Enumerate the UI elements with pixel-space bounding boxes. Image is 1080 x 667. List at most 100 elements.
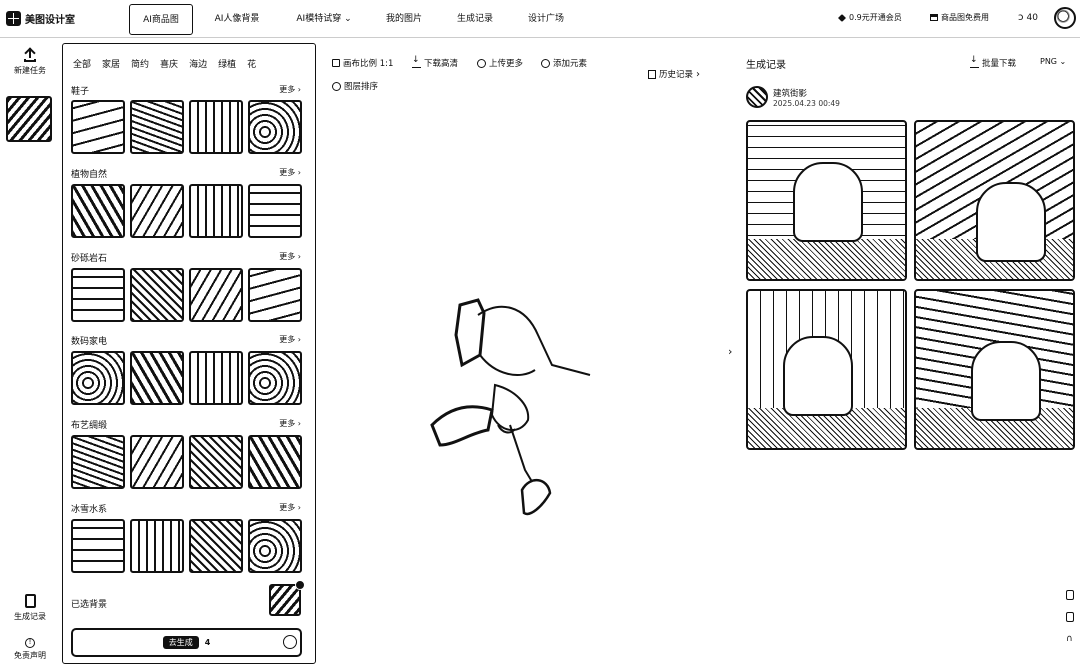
aspect-icon (332, 59, 340, 67)
tab-ai-product[interactable]: AI商品图 (129, 4, 193, 35)
layer-order-label: 图层排序 (344, 82, 379, 92)
background-thumb[interactable] (71, 435, 125, 489)
layer-order-button[interactable]: 图层排序 (332, 80, 378, 92)
more-link[interactable]: 更多 › (279, 167, 301, 178)
category-home[interactable]: 家居 (102, 57, 120, 70)
more-link[interactable]: 更多 › (279, 334, 301, 345)
more-link[interactable]: 更多 › (279, 418, 301, 429)
product-subject-image[interactable] (420, 295, 620, 525)
add-element-button[interactable]: 添加元素 (541, 57, 587, 69)
shop-icon (930, 14, 938, 21)
history-label: 历史记录 (659, 70, 694, 80)
more-label: 更多 (279, 335, 296, 344)
download-icon (412, 55, 421, 68)
background-thumb[interactable] (248, 184, 302, 238)
app-logo[interactable]: 美图设计室 (6, 11, 75, 26)
more-link[interactable]: 更多 › (279, 84, 301, 95)
shop-free-label: 商品图免费用 (941, 13, 989, 22)
element-icon (541, 58, 550, 68)
section-title: 数码家电 (71, 337, 108, 347)
record-time: 2025.04.23 00:49 (773, 99, 840, 108)
background-panel: 全部 家居 简约 喜庆 海边 绿植 花 鞋子 更多 › 植物自然 更多 › 砂砾… (62, 43, 316, 664)
background-thumb[interactable] (130, 184, 184, 238)
info-icon: ! (25, 638, 35, 648)
remove-badge-icon[interactable] (295, 580, 305, 590)
disclaimer-link[interactable]: ! 免责声明 (0, 638, 60, 661)
credits-badge[interactable]: ↄ 40 (1018, 12, 1038, 23)
tab-my-images[interactable]: 我的图片 (374, 4, 434, 35)
background-thumb[interactable] (71, 268, 125, 322)
background-thumb[interactable] (71, 351, 125, 405)
tab-design-plaza[interactable]: 设计广场 (516, 4, 576, 35)
download-hd-button[interactable]: 下载高清 (412, 55, 458, 69)
background-thumb[interactable] (248, 100, 302, 154)
background-thumb[interactable] (71, 100, 125, 154)
logo-icon (6, 11, 21, 26)
category-simple[interactable]: 简约 (131, 57, 149, 70)
disclaimer-label: 免责声明 (14, 651, 46, 660)
generate-cost: 4 (204, 638, 211, 647)
format-select[interactable]: PNG ⌄ (1040, 57, 1066, 66)
result-image[interactable] (914, 120, 1075, 281)
feedback-icon[interactable] (1066, 590, 1074, 600)
applied-background-label: 已选背景 (71, 600, 108, 610)
background-thumb[interactable] (189, 100, 243, 154)
background-thumb[interactable] (130, 435, 184, 489)
background-thumb[interactable] (71, 519, 125, 573)
result-image[interactable] (746, 120, 907, 281)
diamond-icon (838, 13, 846, 22)
shop-free-link[interactable]: 商品图免费用 (930, 12, 989, 23)
more-link[interactable]: 更多 › (279, 502, 301, 513)
background-thumb[interactable] (71, 184, 125, 238)
category-festive[interactable]: 喜庆 (160, 57, 178, 70)
more-label: 更多 (279, 168, 296, 177)
background-thumb[interactable] (248, 268, 302, 322)
current-task-thumbnail[interactable] (6, 96, 52, 142)
aspect-ratio-button[interactable]: 画布比例 1:1 (332, 57, 393, 69)
headset-icon[interactable]: ∩ (1066, 634, 1073, 644)
tab-ai-portrait[interactable]: AI人像背景 (205, 4, 269, 35)
background-thumb[interactable] (189, 268, 243, 322)
batch-download-button[interactable]: 批量下载 (970, 55, 1016, 69)
section-title: 植物自然 (71, 170, 108, 180)
category-greenery[interactable]: 绿植 (218, 57, 236, 70)
collapse-arrow-icon[interactable]: › (728, 345, 732, 358)
vip-link[interactable]: 0.9元开通会员 (838, 12, 902, 23)
history-rail-button[interactable]: 生成记录 (0, 594, 60, 622)
new-task-label: 新建任务 (14, 66, 46, 75)
section-title: 冰雪水系 (71, 505, 108, 515)
user-avatar[interactable] (1054, 7, 1076, 29)
background-thumb[interactable] (189, 519, 243, 573)
credits-value: 40 (1026, 12, 1038, 23)
result-image[interactable] (914, 289, 1075, 450)
more-link[interactable]: 更多 › (279, 251, 301, 262)
tab-history[interactable]: 生成记录 (444, 4, 506, 35)
generate-button[interactable]: 去生成 4 (71, 628, 302, 657)
history-icon (24, 594, 36, 608)
upload-more-button[interactable]: 上传更多 (477, 57, 523, 69)
top-bar: 美图设计室 AI商品图 AI人像背景 AI模特试穿 ⌄ 我的图片 生成记录 设计… (0, 0, 1080, 38)
assistant-icon[interactable] (283, 635, 297, 649)
category-seaside[interactable]: 海边 (189, 57, 207, 70)
background-thumb[interactable] (248, 435, 302, 489)
history-button[interactable]: 历史记录 › (648, 68, 700, 80)
record-thumbnail (746, 86, 768, 108)
tab-ai-model[interactable]: AI模特试穿 ⌄ (284, 4, 364, 35)
result-image[interactable] (746, 289, 907, 450)
background-thumb[interactable] (130, 268, 184, 322)
download-icon (970, 55, 979, 68)
clipboard-icon[interactable] (1066, 612, 1074, 622)
background-thumb[interactable] (189, 435, 243, 489)
background-thumb[interactable] (248, 519, 302, 573)
category-all[interactable]: 全部 (73, 57, 91, 70)
background-thumb[interactable] (130, 100, 184, 154)
credits-icon: ↄ (1018, 12, 1024, 23)
background-thumb[interactable] (189, 184, 243, 238)
new-task-button[interactable]: 新建任务 (0, 48, 60, 76)
background-thumb[interactable] (248, 351, 302, 405)
background-thumb[interactable] (189, 351, 243, 405)
background-thumb[interactable] (130, 519, 184, 573)
background-thumb[interactable] (130, 351, 184, 405)
thumb-row (71, 351, 302, 405)
category-flowers[interactable]: 花 (247, 57, 256, 70)
